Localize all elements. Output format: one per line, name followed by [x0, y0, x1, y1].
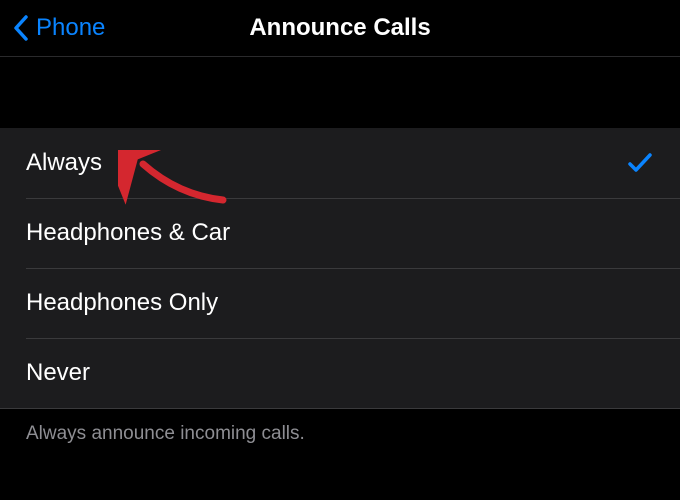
option-headphones-only[interactable]: Headphones Only	[0, 268, 680, 338]
section-spacer	[0, 56, 680, 128]
back-label: Phone	[36, 14, 105, 42]
page-title: Announce Calls	[249, 14, 430, 42]
option-headphones-car[interactable]: Headphones & Car	[0, 198, 680, 268]
back-button[interactable]: Phone	[12, 14, 105, 42]
checkmark-icon	[626, 149, 654, 177]
options-list: Always Headphones & Car Headphones Only …	[0, 128, 680, 408]
footer-description: Always announce incoming calls.	[0, 408, 680, 459]
option-label: Headphones & Car	[26, 219, 230, 247]
option-always[interactable]: Always	[0, 128, 680, 198]
option-label: Headphones Only	[26, 289, 218, 317]
chevron-left-icon	[12, 14, 30, 42]
nav-bar: Phone Announce Calls	[0, 0, 680, 56]
option-never[interactable]: Never	[0, 338, 680, 408]
option-label: Never	[26, 359, 90, 387]
option-label: Always	[26, 149, 102, 177]
